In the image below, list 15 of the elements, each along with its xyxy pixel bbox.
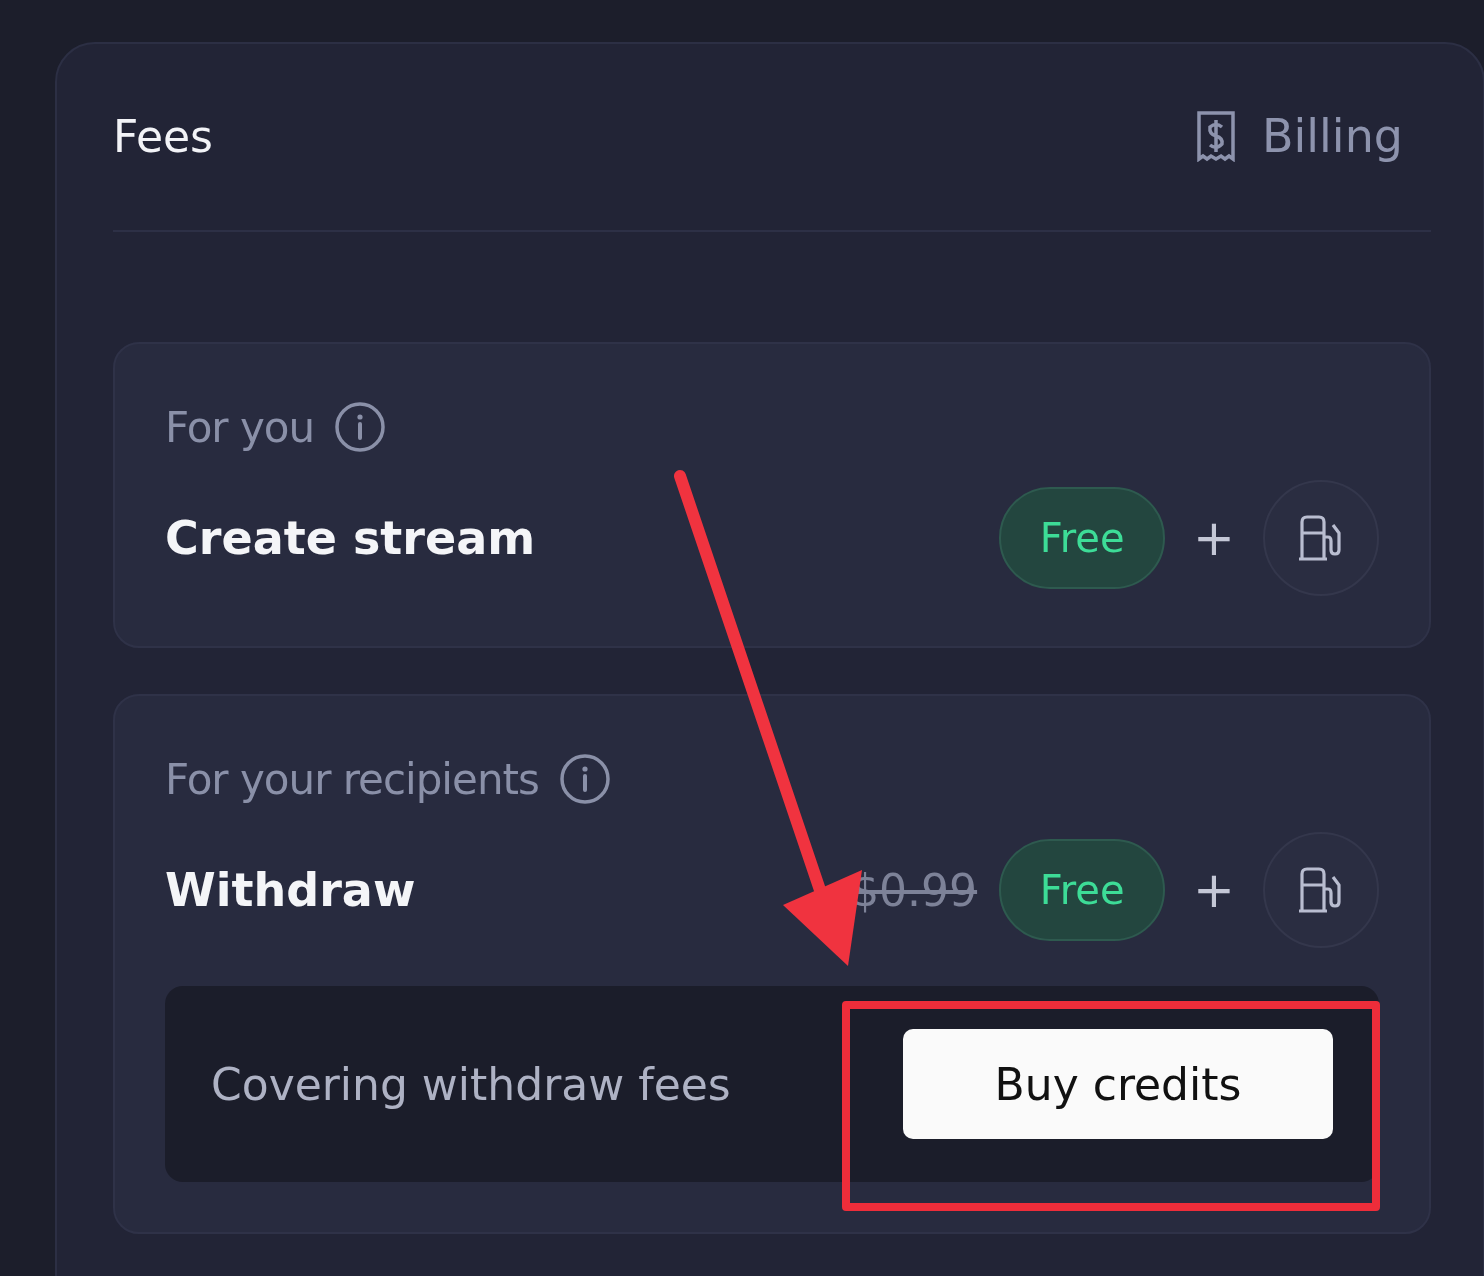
fee-name: Withdraw — [165, 863, 416, 917]
free-badge: Free — [999, 487, 1166, 589]
info-icon[interactable] — [334, 401, 387, 453]
buy-credits-button[interactable]: Buy credits — [903, 1029, 1333, 1139]
section-label: For your recipients — [165, 754, 539, 804]
section-label: For you — [165, 402, 315, 452]
billing-link[interactable]: Billing — [1195, 109, 1403, 163]
card-title: Fees — [113, 110, 213, 162]
note-text: Covering withdraw fees — [211, 1058, 731, 1110]
info-icon[interactable] — [558, 753, 611, 805]
receipt-icon — [1195, 110, 1236, 162]
plus-sign: + — [1193, 509, 1235, 567]
free-badge: Free — [999, 839, 1166, 941]
plus-sign: + — [1193, 861, 1235, 919]
fee-name: Create stream — [165, 511, 536, 565]
